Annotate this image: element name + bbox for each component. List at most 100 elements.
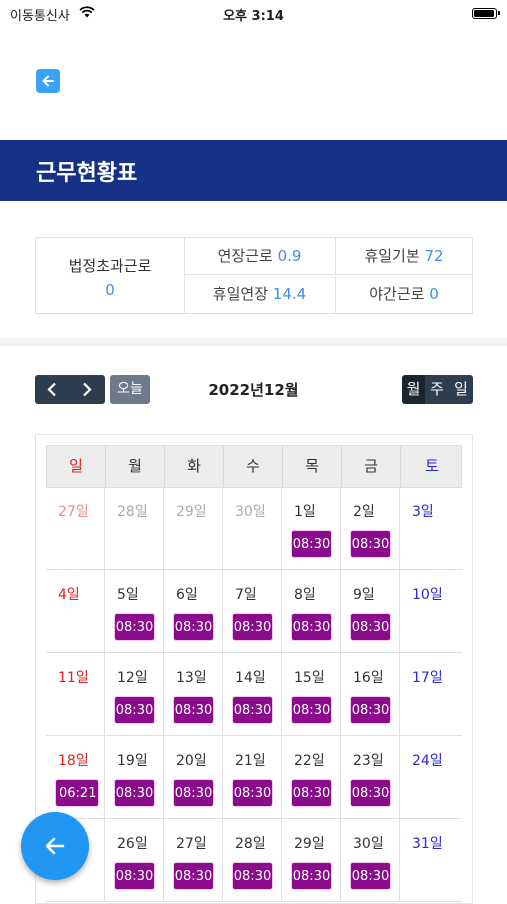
day-number: 4일 [58, 587, 80, 603]
calendar-day-cell[interactable]: 7일 08:30 [223, 570, 282, 653]
day-number: 9일 [353, 587, 375, 603]
calendar-day-cell[interactable]: 27일 08:30 [164, 819, 223, 902]
view-switcher: 월 주 일 [402, 375, 473, 404]
work-event[interactable]: 08:30 [291, 779, 332, 807]
work-event[interactable]: 08:30 [232, 862, 273, 890]
day-number: 16일 [353, 670, 384, 686]
clock: 오후 3:14 [223, 9, 284, 24]
calendar-day-cell[interactable]: 12일 08:30 [105, 653, 164, 736]
night-work-cell: 야간근로 0 [336, 276, 472, 313]
month-view-button[interactable]: 월 [402, 375, 425, 404]
holiday-base-label: 휴일기본 [364, 247, 420, 265]
work-event[interactable]: 08:30 [232, 696, 273, 724]
calendar-day-cell[interactable]: 3일 [400, 487, 462, 570]
work-event[interactable]: 08:30 [291, 613, 332, 641]
work-event[interactable]: 08:30 [114, 862, 155, 890]
day-number: 12일 [117, 670, 148, 686]
calendar-day-cell[interactable]: 16일 08:30 [341, 653, 400, 736]
calendar-day-cell[interactable]: 30일 [223, 487, 282, 570]
day-number: 27일 [58, 504, 89, 520]
battery-icon [472, 8, 500, 19]
calendar-day-cell[interactable]: 9일 08:30 [341, 570, 400, 653]
calendar-day-cell[interactable]: 8일 08:30 [282, 570, 341, 653]
calendar-day-cell[interactable]: 10일 [400, 570, 462, 653]
work-event[interactable]: 08:30 [173, 779, 214, 807]
work-event[interactable]: 08:30 [232, 613, 273, 641]
calendar-day-cell[interactable]: 15일 08:30 [282, 653, 341, 736]
work-event[interactable]: 08:30 [173, 696, 214, 724]
calendar-day-cell[interactable]: 17일 [400, 653, 462, 736]
day-number: 24일 [412, 753, 443, 769]
weekday-fri: 금 [342, 446, 401, 487]
week-view-button[interactable]: 주 [425, 375, 449, 404]
calendar-week: 27일 28일 29일 30일 1일 08:30 2일 08:30 3일 [46, 487, 462, 570]
day-number: 1일 [294, 504, 316, 520]
status-bar: 이동통신사 오후 3:14 [0, 0, 507, 26]
work-event[interactable]: 08:30 [232, 779, 273, 807]
calendar-day-cell[interactable]: 31일 [400, 819, 462, 902]
calendar-day-cell[interactable]: 22일 08:30 [282, 736, 341, 819]
work-event[interactable]: 08:30 [173, 613, 214, 641]
work-event[interactable]: 08:30 [291, 862, 332, 890]
day-number: 18일 [58, 753, 89, 769]
work-event[interactable]: 08:30 [350, 862, 391, 890]
calendar-day-cell[interactable]: 29일 [164, 487, 223, 570]
weekday-header: 일 월 화 수 목 금 토 [46, 445, 462, 488]
day-number: 19일 [117, 753, 148, 769]
day-number: 22일 [294, 753, 325, 769]
extended-work-label: 연장근로 [217, 247, 273, 265]
legal-overtime-label: 법정초과근로 [68, 257, 152, 275]
day-number: 5일 [117, 587, 139, 603]
holiday-base-value: 72 [424, 247, 444, 265]
legal-overtime-cell: 법정초과근로 0 [36, 238, 185, 313]
calendar-day-cell[interactable]: 29일 08:30 [282, 819, 341, 902]
calendar-day-cell[interactable]: 28일 [105, 487, 164, 570]
calendar-day-cell[interactable]: 2일 08:30 [341, 487, 400, 570]
work-event[interactable]: 08:30 [291, 530, 332, 558]
calendar-day-cell[interactable]: 27일 [46, 487, 105, 570]
day-number: 28일 [235, 836, 266, 852]
work-event[interactable]: 06:21 - [55, 779, 99, 807]
holiday-extended-label: 휴일연장 [212, 285, 268, 303]
calendar-day-cell[interactable]: 4일 [46, 570, 105, 653]
day-number: 29일 [176, 504, 207, 520]
calendar-day-cell[interactable]: 1일 08:30 [282, 487, 341, 570]
calendar-week: 4일 5일 08:30 6일 08:30 7일 08:30 8일 08:30 9일 08:30 10일 [46, 570, 462, 653]
work-event[interactable]: 08:30 [114, 779, 155, 807]
work-event[interactable]: 08:30 [114, 696, 155, 724]
weekday-wed: 수 [224, 446, 283, 487]
work-event[interactable]: 08:30 [350, 613, 391, 641]
day-number: 17일 [412, 670, 443, 686]
work-event[interactable]: 08:30 [350, 779, 391, 807]
calendar-day-cell[interactable]: 21일 08:30 [223, 736, 282, 819]
work-event[interactable]: 08:30 [350, 696, 391, 724]
calendar-day-cell[interactable]: 30일 08:30 [341, 819, 400, 902]
day-number: 28일 [117, 504, 148, 520]
floating-back-button[interactable] [21, 812, 89, 880]
arrow-left-icon [45, 837, 65, 855]
calendar-day-cell[interactable]: 13일 08:30 [164, 653, 223, 736]
arrow-left-icon [42, 75, 54, 87]
work-event[interactable]: 08:30 [173, 862, 214, 890]
calendar-day-cell[interactable]: 14일 08:30 [223, 653, 282, 736]
weekday-thu: 목 [283, 446, 342, 487]
weekday-mon: 월 [106, 446, 165, 487]
night-work-label: 야간근로 [369, 285, 425, 303]
calendar-day-cell[interactable]: 28일 08:30 [223, 819, 282, 902]
calendar-day-cell[interactable]: 11일 [46, 653, 105, 736]
work-event[interactable]: 08:30 [350, 530, 391, 558]
calendar-day-cell[interactable]: 23일 08:30 [341, 736, 400, 819]
calendar-day-cell[interactable]: 26일 08:30 [105, 819, 164, 902]
work-event[interactable]: 08:30 [291, 696, 332, 724]
holiday-extended-value: 14.4 [272, 285, 307, 303]
calendar-day-cell[interactable]: 20일 08:30 [164, 736, 223, 819]
work-event[interactable]: 08:30 [114, 613, 155, 641]
back-button[interactable] [36, 69, 60, 93]
calendar-day-cell[interactable]: 5일 08:30 [105, 570, 164, 653]
calendar-day-cell[interactable]: 19일 08:30 [105, 736, 164, 819]
calendar-day-cell[interactable]: 24일 [400, 736, 462, 819]
calendar-day-cell[interactable]: 6일 08:30 [164, 570, 223, 653]
day-view-button[interactable]: 일 [449, 375, 473, 404]
page-title: 근무현황표 [36, 161, 138, 186]
calendar-day-cell[interactable]: 18일 06:21 - [46, 736, 105, 819]
